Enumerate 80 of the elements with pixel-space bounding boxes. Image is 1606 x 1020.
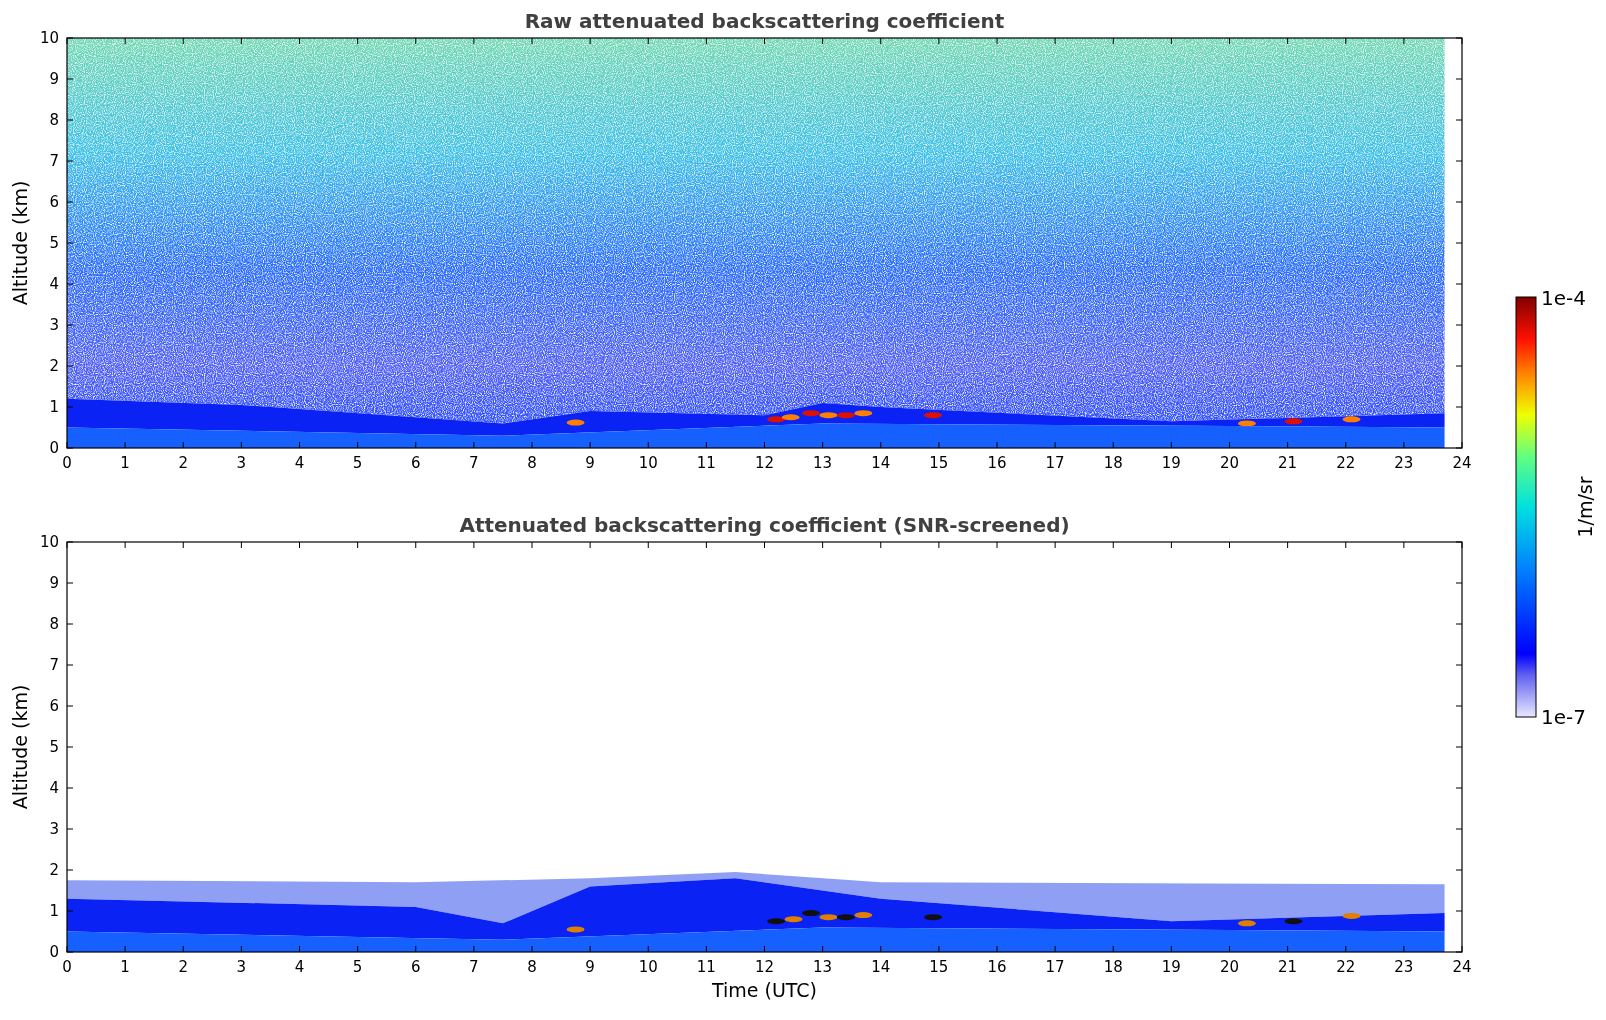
axis-tick-label: 5 — [49, 738, 59, 756]
axis-tick-label: 5 — [352, 454, 363, 472]
colorbar-max-label: 1e-4 — [1541, 286, 1586, 310]
axis-tick-label: 18 — [1103, 454, 1123, 472]
axis-tick-label: 16 — [987, 958, 1007, 976]
axis-tick-label: 0 — [62, 454, 72, 472]
axis-tick-label: 1 — [49, 902, 59, 920]
axis-tick-label: 6 — [411, 958, 421, 976]
axis-label: Time (UTC) — [712, 979, 817, 1001]
axis-tick-label: 4 — [49, 779, 59, 797]
axis-tick-label: 21 — [1278, 958, 1298, 976]
axis-tick-label: 8 — [527, 958, 537, 976]
axis-tick-label: 16 — [987, 454, 1007, 472]
axis-tick-label: 8 — [49, 111, 59, 129]
axis-tick-label: 10 — [638, 454, 658, 472]
axis-tick-label: 20 — [1219, 958, 1240, 976]
colorbar-min-label: 1e-7 — [1541, 705, 1586, 729]
axis-tick-label: 4 — [294, 454, 305, 472]
axis-tick-label: 6 — [49, 697, 59, 715]
axis-tick-label: 22 — [1336, 454, 1356, 472]
axis-tick-label: 2 — [178, 454, 188, 472]
axis-tick-label: 9 — [49, 70, 59, 88]
axis-tick-label: 14 — [871, 958, 891, 976]
axis-tick-label: 11 — [696, 958, 716, 976]
axis-tick-label: 2 — [49, 357, 59, 375]
axis-tick-label: 18 — [1103, 958, 1123, 976]
chart-title: Raw attenuated backscattering coefficient — [524, 9, 1005, 33]
axis-tick-label: 0 — [49, 943, 59, 961]
axis-tick-label: 1 — [120, 454, 130, 472]
axis-tick-label: 21 — [1278, 454, 1298, 472]
axis-tick-label: 23 — [1394, 958, 1414, 976]
axis-tick-label: 24 — [1452, 454, 1472, 472]
axis-tick-label: 4 — [294, 958, 305, 976]
axis-tick-label: 19 — [1161, 454, 1181, 472]
axis-tick-label: 15 — [929, 454, 949, 472]
axis-tick-label: 6 — [49, 193, 59, 211]
axis-tick-label: 2 — [178, 958, 188, 976]
axis-tick-label: 0 — [49, 439, 59, 457]
axis-tick-label: 12 — [754, 454, 775, 472]
axis-label: Altitude (km) — [9, 180, 31, 306]
chart-title: Attenuated backscattering coefficient (SNR-screened) — [459, 513, 1070, 537]
axis-tick-label: 20 — [1219, 454, 1240, 472]
axis-tick-label: 5 — [352, 958, 363, 976]
axis-tick-label: 17 — [1045, 958, 1065, 976]
axis-tick-label: 7 — [49, 152, 59, 170]
axis-tick-label: 1 — [49, 398, 59, 416]
axis-tick-label: 22 — [1336, 958, 1356, 976]
axis-tick-label: 1 — [120, 958, 130, 976]
axis-tick-label: 9 — [49, 574, 59, 592]
axis-tick-label: 15 — [929, 958, 949, 976]
axis-tick-label: 17 — [1045, 454, 1065, 472]
axis-tick-label: 23 — [1394, 454, 1414, 472]
axis-tick-label: 3 — [236, 454, 247, 472]
axis-tick-label: 11 — [696, 454, 716, 472]
axis-tick-label: 24 — [1452, 958, 1472, 976]
axis-tick-label: 6 — [411, 454, 421, 472]
axis-tick-label: 10 — [39, 29, 59, 47]
axis-tick-label: 3 — [49, 820, 59, 838]
axis-tick-label: 8 — [49, 615, 59, 633]
axis-tick-label: 9 — [585, 454, 595, 472]
axis-tick-label: 13 — [813, 454, 833, 472]
axis-tick-label: 3 — [49, 316, 59, 334]
axis-tick-label: 19 — [1161, 958, 1181, 976]
axis-tick-label: 5 — [49, 234, 59, 252]
axis-tick-label: 2 — [49, 861, 59, 879]
axis-tick-label: 7 — [469, 454, 479, 472]
axis-tick-label: 10 — [638, 958, 658, 976]
colorbar-label: 1/m/sr — [1574, 476, 1596, 538]
axis-tick-label: 13 — [813, 958, 833, 976]
axis-tick-label: 12 — [754, 958, 775, 976]
axis-tick-label: 4 — [49, 275, 59, 293]
axis-tick-label: 7 — [469, 958, 479, 976]
axis-tick-label: 8 — [527, 454, 537, 472]
axis-label: Altitude (km) — [9, 684, 31, 810]
axis-tick-label: 0 — [62, 958, 72, 976]
axis-tick-label: 9 — [585, 958, 595, 976]
axis-tick-label: 3 — [236, 958, 247, 976]
axis-tick-label: 14 — [871, 454, 891, 472]
axis-tick-label: 10 — [39, 533, 59, 551]
axis-tick-label: 7 — [49, 656, 59, 674]
